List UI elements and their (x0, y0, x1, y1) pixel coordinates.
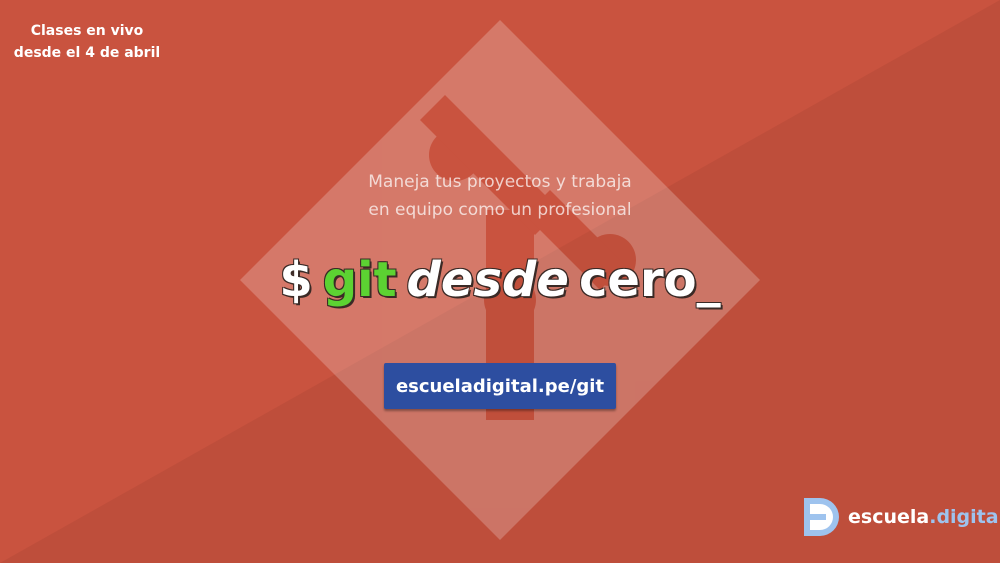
subtitle: Maneja tus proyectos y trabaja en equipo… (300, 168, 700, 224)
headline: $ git desde cero_ (200, 248, 800, 312)
brand-logo[interactable]: escuela.digital (800, 492, 1000, 542)
schedule-note-line1: Clases en vivo (30, 23, 144, 39)
headline-desde: desde (406, 252, 569, 308)
schedule-note-line2: desde el 4 de abril (13, 45, 161, 61)
course-url-button[interactable]: escueladigital.pe/git (384, 363, 616, 409)
brand-name: escuela.digital (848, 506, 1000, 528)
headline-dollar: $ (279, 252, 313, 308)
brand-name-digital: digital (936, 506, 1000, 528)
headline-cero: cero_ (578, 252, 721, 308)
headline-git: git (322, 252, 397, 308)
brand-name-escuela: escuela (848, 506, 930, 528)
schedule-note: Clases en vivo desde el 4 de abril (12, 20, 162, 64)
subtitle-line1: Maneja tus proyectos y trabaja (368, 172, 632, 192)
subtitle-line2: en equipo como un profesional (368, 200, 632, 220)
escuela-digital-logo-icon (804, 498, 839, 536)
